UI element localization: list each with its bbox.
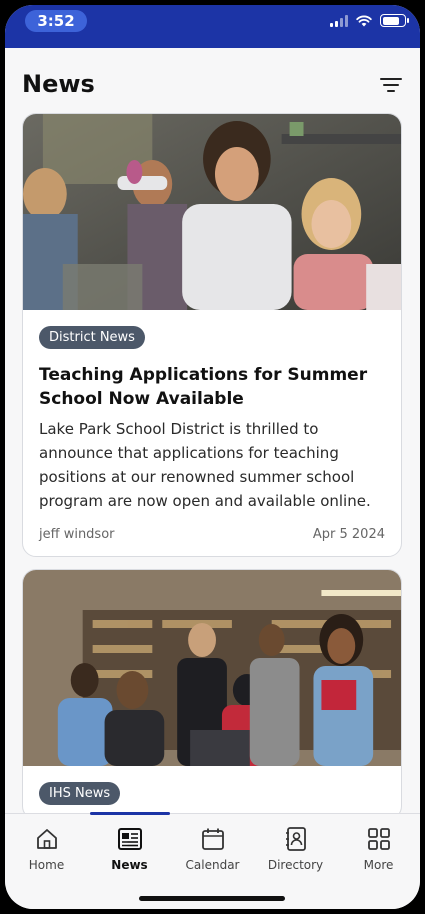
- page-header: News: [5, 48, 420, 118]
- tab-label: Home: [28, 858, 65, 872]
- article-date: Apr 5 2024: [312, 527, 385, 542]
- directory-icon: [285, 827, 306, 851]
- science-classroom-photo: [23, 114, 401, 310]
- news-card[interactable]: District News Teaching Applications for …: [22, 113, 402, 557]
- article-title[interactable]: Teaching Applications for Summer School …: [39, 363, 385, 411]
- students-celebrating-photo: [23, 570, 401, 766]
- article-description: Lake Park School District is thrilled to…: [39, 420, 371, 510]
- calendar-icon: [201, 828, 224, 850]
- news-card[interactable]: IHS News: [22, 569, 402, 820]
- signal-icon: [330, 14, 348, 27]
- tab-more[interactable]: More: [337, 826, 420, 884]
- filter-icon[interactable]: [380, 76, 402, 94]
- article-author: jeff windsor: [39, 527, 115, 542]
- tab-home[interactable]: Home: [5, 826, 88, 884]
- grid-icon: [367, 828, 390, 850]
- news-feed[interactable]: District News Teaching Applications for …: [22, 113, 402, 832]
- tab-label: More: [363, 858, 394, 872]
- battery-icon: [380, 14, 409, 27]
- tab-label: Directory: [267, 858, 324, 872]
- news-icon: [117, 828, 142, 850]
- phone-screen: 3:52 News District News Teaching Applica…: [5, 5, 420, 909]
- category-tag[interactable]: IHS News: [39, 782, 121, 805]
- tab-news[interactable]: News: [88, 826, 171, 884]
- home-indicator[interactable]: [139, 896, 285, 901]
- status-bar: 3:52: [5, 5, 420, 48]
- active-tab-indicator: [90, 812, 170, 815]
- page-title: News: [22, 70, 95, 98]
- tab-label: News: [111, 858, 148, 872]
- home-icon: [36, 829, 57, 849]
- article-meta: jeff windsor Apr 5 2024: [39, 527, 385, 542]
- wifi-icon: [356, 15, 372, 26]
- bottom-tab-bar: Home News Calendar Directory More: [5, 812, 420, 909]
- tab-label: Calendar: [185, 858, 240, 872]
- category-tag[interactable]: District News: [39, 326, 145, 349]
- tab-calendar[interactable]: Calendar: [171, 826, 254, 884]
- tab-directory[interactable]: Directory: [254, 826, 337, 884]
- status-icons: [330, 14, 409, 27]
- status-time: 3:52: [25, 10, 87, 32]
